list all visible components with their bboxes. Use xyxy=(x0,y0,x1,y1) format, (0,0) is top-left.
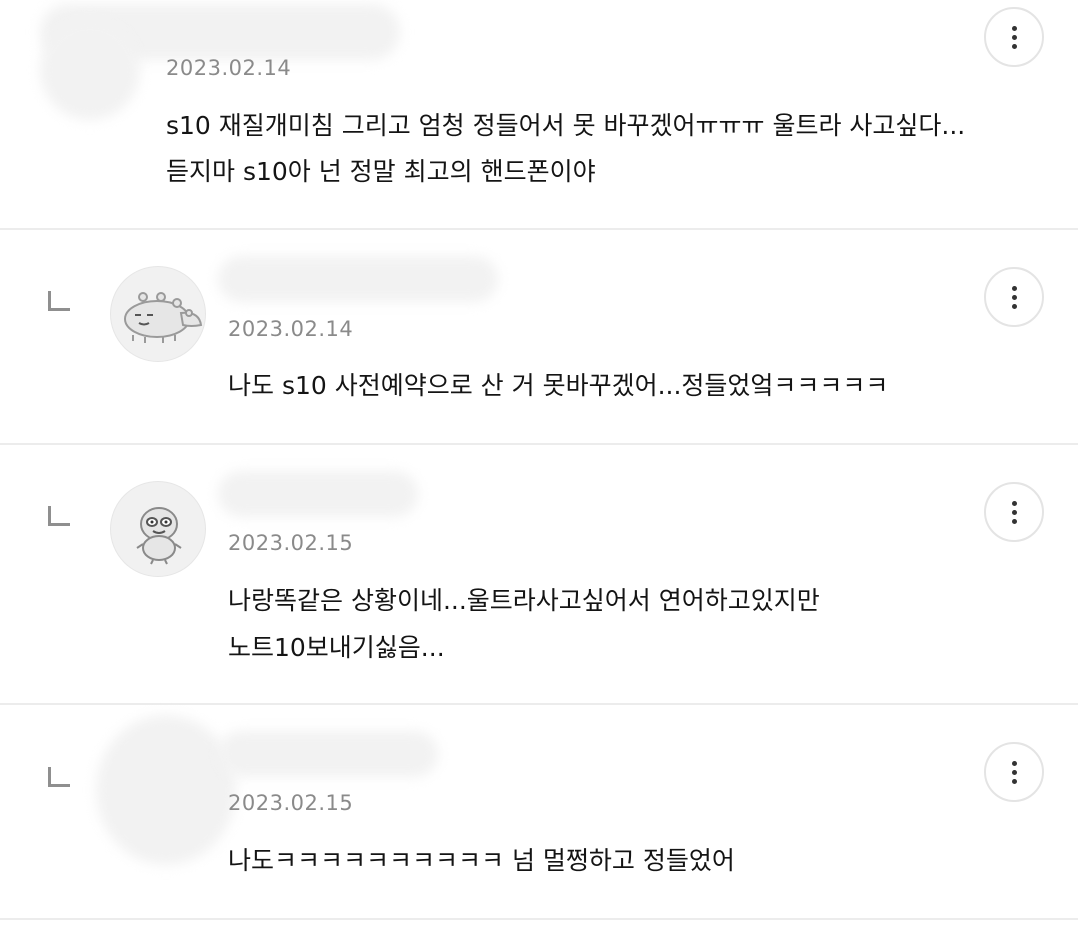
redacted-username xyxy=(218,256,498,302)
reply-corner-icon xyxy=(48,506,70,526)
comment-text-line: s10 재질개미침 그리고 엄청 정들어서 못 바꾸겠어ㅠㅠㅠ 울트라 사고싶다… xyxy=(166,111,966,140)
dinosaur-avatar-icon[interactable] xyxy=(110,266,206,362)
comment-item: 2023.02.14 s10 재질개미침 그리고 엄청 정들어서 못 바꾸겠어ㅠ… xyxy=(0,0,1078,228)
more-vertical-icon-dot xyxy=(1011,509,1017,515)
redacted-avatar xyxy=(40,20,140,120)
comment-date: 2023.02.15 xyxy=(228,791,354,815)
more-vertical-icon-dot xyxy=(1011,34,1017,40)
comment-date: 2023.02.14 xyxy=(228,317,354,341)
comment-text-line: 나도 s10 사전예약으로 산 거 못바꾸겠어...정들었엌ㅋㅋㅋㅋㅋ xyxy=(228,371,889,400)
more-vertical-icon xyxy=(1011,500,1017,506)
more-vertical-icon-dot xyxy=(1011,294,1017,300)
comment-text-line: 노트10보내기싫음... xyxy=(228,633,445,662)
reply-corner-icon xyxy=(48,767,70,787)
redacted-avatar xyxy=(96,715,236,865)
comment-text-line: 듣지마 s10아 넌 정말 최고의 핸드폰이야 xyxy=(166,157,596,186)
more-options-button[interactable] xyxy=(984,742,1044,802)
more-options-button[interactable] xyxy=(984,482,1044,542)
more-options-button[interactable] xyxy=(984,267,1044,327)
more-vertical-icon xyxy=(1011,285,1017,291)
duck-avatar-icon-svg xyxy=(136,507,182,565)
more-vertical-icon xyxy=(1011,760,1017,766)
reply-corner-icon xyxy=(48,291,70,311)
duck-avatar-icon[interactable] xyxy=(110,481,206,577)
dinosaur-avatar-icon-svg xyxy=(124,292,203,343)
reply-item: 2023.02.15 나도ㅋㅋㅋㅋㅋㅋㅋㅋㅋㅋ 넘 멀쩡하고 정들었어 xyxy=(0,705,1078,918)
comment-date: 2023.02.14 xyxy=(166,56,292,80)
redacted-username xyxy=(218,731,438,777)
reply-item: 2023.02.15 나랑똑같은 상황이네...울트라사고싶어서 연어하고있지만… xyxy=(0,445,1078,703)
comment-divider xyxy=(0,918,1078,920)
comment-text-line: 나랑똑같은 상황이네...울트라사고싶어서 연어하고있지만 xyxy=(228,586,820,615)
redacted-username xyxy=(218,471,418,517)
more-vertical-icon-dot xyxy=(1011,518,1017,524)
more-vertical-icon-dot xyxy=(1011,303,1017,309)
comment-text-line: 나도ㅋㅋㅋㅋㅋㅋㅋㅋㅋㅋ 넘 멀쩡하고 정들었어 xyxy=(228,846,735,875)
more-vertical-icon-dot xyxy=(1011,43,1017,49)
more-vertical-icon-dot xyxy=(1011,769,1017,775)
reply-item: 2023.02.14 나도 s10 사전예약으로 산 거 못바꾸겠어...정들었… xyxy=(0,230,1078,443)
more-vertical-icon xyxy=(1011,25,1017,31)
comment-date: 2023.02.15 xyxy=(228,531,354,555)
more-vertical-icon-dot xyxy=(1011,778,1017,784)
more-options-button[interactable] xyxy=(984,7,1044,67)
